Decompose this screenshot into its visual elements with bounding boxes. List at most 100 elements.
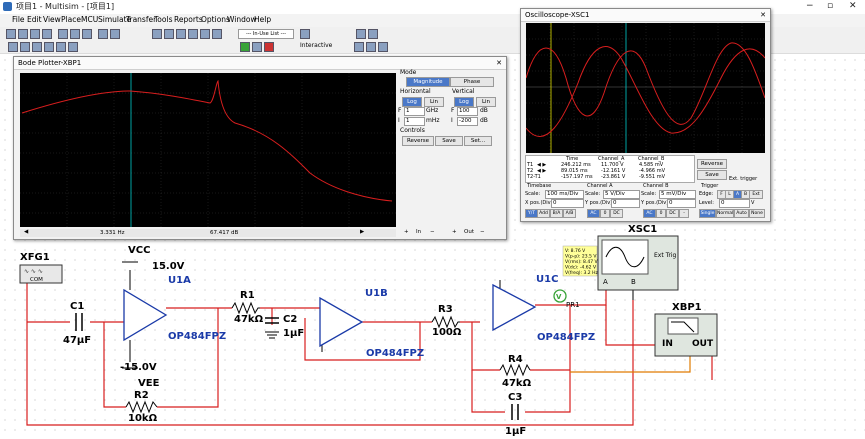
capacitor-c3[interactable] (511, 404, 519, 420)
out-plus-icon[interactable]: + (452, 229, 457, 235)
c2-value: 1µF (283, 328, 304, 339)
function-generator-xfg1[interactable]: ∿ ∿ ∿ COM (19, 264, 63, 284)
bode-set-button[interactable]: Set... (464, 136, 492, 146)
level-input[interactable]: 0 (719, 199, 750, 208)
opamp-u1b[interactable] (319, 296, 364, 348)
mode-label: Mode (400, 69, 417, 76)
resistor-r1[interactable] (231, 301, 260, 315)
scope-reverse-button[interactable]: Reverse (697, 159, 727, 169)
tb-mode-ab[interactable]: A/B (563, 209, 576, 218)
v-i-unit: dB (480, 117, 488, 124)
tb-mode-ba[interactable]: B/A (550, 209, 563, 218)
in-label: In (416, 229, 422, 235)
timebase-label: Timebase (527, 183, 552, 189)
h-f-label: F (398, 107, 402, 114)
phase-button[interactable]: Phase (450, 77, 494, 87)
opamp-u1c[interactable] (492, 283, 537, 332)
capacitor-c1[interactable] (75, 313, 83, 331)
prev-icon[interactable]: ◀ (24, 229, 28, 235)
v-f-input[interactable]: 100 (457, 107, 478, 116)
h-log-button[interactable]: Log (402, 97, 422, 107)
r4-label: R4 (508, 354, 523, 365)
h-i-input[interactable]: 1 (404, 117, 425, 126)
v-f-label: F (451, 107, 455, 114)
in-minus-icon[interactable]: − (430, 229, 435, 235)
bode-reverse-button[interactable]: Reverse (402, 136, 434, 146)
chb-ypos-input[interactable]: 0 (667, 199, 696, 208)
pr1-label: PR1 (566, 301, 580, 309)
tb-scale-input[interactable]: 100 ms/Div (545, 190, 584, 199)
cha-ypos-input[interactable]: 0 (611, 199, 640, 208)
v-i-label: I (451, 117, 453, 124)
scope-titlebar[interactable]: Oscilloscope-XSC1 ✕ (521, 9, 770, 22)
vcc-label: VCC (128, 245, 150, 256)
v-f-unit: dB (480, 107, 488, 114)
u1b-part: OP484FPZ (366, 348, 424, 359)
cha-scale-input[interactable]: 5 V/Div (603, 190, 640, 199)
oscilloscope-xsc1-instrument[interactable] (597, 235, 679, 291)
vertical-label: Vertical (452, 88, 475, 95)
scope-title: Oscilloscope-XSC1 (525, 11, 590, 19)
v-lin-button[interactable]: Lin (476, 97, 496, 107)
bode-save-button[interactable]: Save (435, 136, 463, 146)
close-icon[interactable]: ✕ (496, 59, 502, 67)
xbp1-label: XBP1 (672, 302, 702, 313)
bode-plotter-xbp1-instrument[interactable] (654, 313, 718, 357)
scope-save-button[interactable]: Save (697, 170, 727, 180)
trig-normal[interactable]: Normal (716, 209, 734, 218)
svg-text:∿ ∿ ∿: ∿ ∿ ∿ (24, 268, 43, 275)
resistor-r4[interactable] (499, 363, 531, 377)
pin-a-label: A (603, 278, 608, 286)
scope-display[interactable] (525, 23, 766, 153)
xfg1-com-label: COM (30, 277, 43, 283)
in-plus-icon[interactable]: + (404, 229, 409, 235)
h-f-unit: GHz (426, 107, 439, 114)
u1a-part: OP484FPZ (168, 331, 226, 342)
magnitude-button[interactable]: Magnitude (406, 77, 450, 87)
resistor-r2[interactable] (125, 400, 158, 414)
vcc-value: 15.0V (152, 261, 185, 272)
r2-value: 10kΩ (128, 413, 158, 424)
next-icon[interactable]: ▶ (360, 229, 364, 235)
tb-mode-add[interactable]: Add (537, 209, 550, 218)
edge-ext[interactable]: Ext (749, 190, 763, 199)
level-label: Level: (699, 200, 714, 206)
h-lin-button[interactable]: Lin (424, 97, 444, 107)
resistor-r3[interactable] (431, 315, 460, 329)
u1c-part: OP484FPZ (537, 332, 595, 343)
close-icon[interactable]: ✕ (760, 11, 766, 19)
c3-value: 1µF (505, 426, 526, 437)
xbp1-in-label: IN (662, 339, 673, 349)
bode-display[interactable] (20, 73, 396, 227)
v-log-button[interactable]: Log (454, 97, 474, 107)
bode-plotter-window[interactable]: Bode Plotter-XBP1 ✕ ◀ 3.331 Hz 67.417 dB… (13, 56, 507, 240)
chb-mode-minus[interactable]: - (679, 209, 689, 218)
cha-mode-dc[interactable]: DC (610, 209, 623, 218)
cha-mode-zero[interactable]: 0 (600, 209, 610, 218)
r3-label: R3 (438, 304, 453, 315)
chb-mode-ac[interactable]: AC (643, 209, 656, 218)
horizontal-label: Horizontal (400, 88, 431, 95)
r1-label: R1 (240, 290, 255, 301)
level-unit: V (751, 200, 755, 206)
svg-text:V(p-p): 23.5 V: V(p-p): 23.5 V (565, 254, 597, 260)
tb-xpos-input[interactable]: 0 (551, 199, 584, 208)
opamp-u1a[interactable] (123, 288, 168, 342)
h-f-input[interactable]: 1 (404, 107, 425, 116)
oscilloscope-window[interactable]: Oscilloscope-XSC1 ✕ Time Channel_A Chann… (520, 8, 771, 222)
r1-value: 47kΩ (234, 314, 264, 325)
v-i-input[interactable]: -200 (457, 117, 478, 126)
chb-scale-input[interactable]: 5 mV/Div (659, 190, 696, 199)
trig-auto[interactable]: Auto (734, 209, 749, 218)
chb-mode-dc[interactable]: DC (666, 209, 679, 218)
xfg1-label: XFG1 (20, 252, 50, 263)
bode-titlebar[interactable]: Bode Plotter-XBP1 ✕ (14, 57, 506, 70)
chb-ypos-label: Y pos.(Div): (641, 200, 670, 206)
vee-value: -15.0V (120, 362, 157, 373)
ext-trigger-label: Ext. trigger (729, 176, 758, 182)
trig-single[interactable]: Single (699, 209, 716, 218)
chb-mode-zero[interactable]: 0 (656, 209, 666, 218)
trig-none[interactable]: None (749, 209, 765, 218)
out-minus-icon[interactable]: − (480, 229, 485, 235)
cha-mode-ac[interactable]: AC (587, 209, 600, 218)
